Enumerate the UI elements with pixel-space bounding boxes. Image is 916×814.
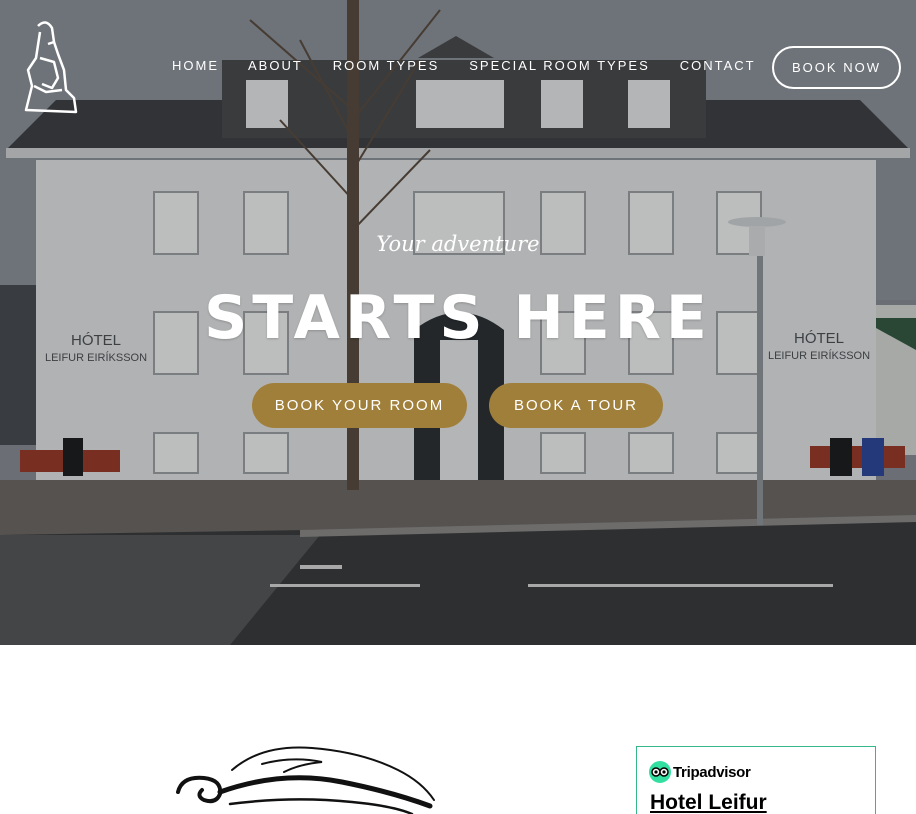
hero-headline: STARTS HERE: [204, 283, 712, 353]
nav-contact[interactable]: CONTACT: [680, 58, 756, 73]
tripadvisor-brand[interactable]: Tripadvisor: [649, 761, 751, 783]
book-a-tour-button[interactable]: BOOK A TOUR: [489, 383, 663, 428]
book-now-button[interactable]: BOOK NOW: [772, 46, 901, 89]
statue-logo-icon[interactable]: [18, 18, 82, 116]
tripadvisor-widget[interactable]: Tripadvisor Hotel Leifur: [636, 746, 876, 814]
nav-about[interactable]: ABOUT: [248, 58, 303, 73]
hero-section: HÓTEL LEIFUR EIRÍKSSON HÓTEL LEIFUR EIRÍ…: [0, 0, 916, 645]
hero-tagline: Your adventure: [376, 232, 540, 256]
tripadvisor-brand-name: Tripadvisor: [673, 763, 751, 781]
tripadvisor-hotel-link[interactable]: Hotel Leifur: [650, 791, 767, 814]
nav-room-types[interactable]: ROOM TYPES: [333, 58, 439, 73]
nav-special-room-types[interactable]: SPECIAL ROOM TYPES: [469, 58, 650, 73]
owl-eyes-icon: [649, 761, 671, 783]
page: HÓTEL LEIFUR EIRÍKSSON HÓTEL LEIFUR EIRÍ…: [0, 0, 916, 814]
flourish-ornament-icon: [176, 746, 435, 814]
main-nav: HOME ABOUT ROOM TYPES SPECIAL ROOM TYPES…: [172, 58, 756, 73]
nav-home[interactable]: HOME: [172, 58, 219, 73]
book-your-room-button[interactable]: BOOK YOUR ROOM: [252, 383, 467, 428]
